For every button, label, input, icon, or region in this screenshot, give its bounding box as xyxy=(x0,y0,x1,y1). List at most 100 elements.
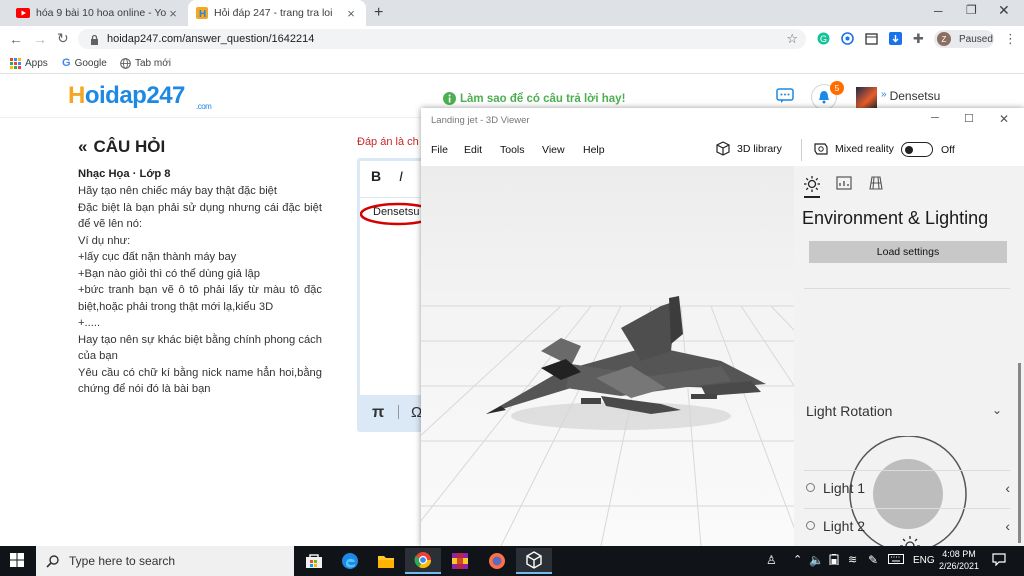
chevron-down-icon[interactable]: ⌄ xyxy=(992,403,1002,417)
panel-scrollbar[interactable] xyxy=(1018,363,1021,543)
bookmark-google[interactable]: G Google xyxy=(62,55,107,71)
browser-tab-strip: hóa 9 bài 10 hoa online - YouTube × H Hỏ… xyxy=(0,0,1024,26)
bold-button[interactable]: B xyxy=(371,168,381,184)
extension-download-icon[interactable] xyxy=(889,32,902,45)
store-app-icon[interactable] xyxy=(296,548,332,574)
user-avatar[interactable] xyxy=(856,87,877,108)
menu-divider xyxy=(801,139,802,161)
windows-start-icon[interactable] xyxy=(10,553,24,567)
help-link-text: Làm sao để có câu trả lời hay! xyxy=(460,92,626,105)
clock-time: 4:08 PM xyxy=(942,549,976,559)
close-window-icon[interactable]: ✕ xyxy=(998,2,1010,19)
chevron-left-icon[interactable]: ‹ xyxy=(1005,480,1010,496)
extension-circle-icon[interactable] xyxy=(841,32,854,45)
chevron-left-icon[interactable]: ‹ xyxy=(1005,518,1010,534)
menu-edit[interactable]: Edit xyxy=(464,144,482,156)
tab-youtube[interactable]: hóa 9 bài 10 hoa online - YouTube × xyxy=(8,0,188,26)
stats-tab-icon[interactable] xyxy=(836,176,852,190)
close-tab-icon[interactable]: × xyxy=(166,6,180,21)
globe-icon xyxy=(120,57,131,69)
maximize-window-icon[interactable]: ☐ xyxy=(964,112,974,125)
question-line: Hãy tạo nên chiếc máy bay thật đặc biệt xyxy=(78,185,278,197)
menu-help[interactable]: Help xyxy=(583,144,605,156)
light-1-row[interactable]: Light 1 ‹ xyxy=(804,470,1010,504)
username: Densetsu xyxy=(889,89,941,103)
bookmark-star-icon[interactable]: ☆ xyxy=(786,31,798,47)
3d-scene-viewport[interactable] xyxy=(421,166,794,546)
chevron-up-icon[interactable]: ⌃ xyxy=(793,553,802,566)
file-explorer-icon[interactable] xyxy=(368,548,404,574)
double-chevron-left-icon[interactable]: « xyxy=(78,137,87,157)
volume-icon[interactable]: 🔈 xyxy=(809,553,824,567)
user-menu[interactable]: » Densetsu xyxy=(881,89,940,103)
grid-tab-icon[interactable] xyxy=(868,176,884,190)
back-arrow-icon[interactable]: ← xyxy=(9,31,23,47)
light-1-radio[interactable] xyxy=(806,483,815,492)
light-2-radio[interactable] xyxy=(806,521,815,530)
profile-button[interactable]: Z Paused xyxy=(934,30,994,48)
extension-calendar-icon[interactable] xyxy=(865,32,878,45)
bookmark-new-tab[interactable]: Tab mới xyxy=(120,55,171,71)
minimize-window-icon[interactable]: ─ xyxy=(934,4,943,18)
wifi-icon[interactable]: ≋ xyxy=(848,553,857,566)
address-bar[interactable]: hoidap247.com/answer_question/1642214 ☆ xyxy=(78,29,806,49)
light-label: Light 2 xyxy=(823,517,866,534)
question-line: +..... xyxy=(78,317,101,329)
taskbar-search-box[interactable]: Type here to search xyxy=(36,546,294,576)
pen-icon[interactable]: ✎ xyxy=(868,553,878,567)
tab-title: hóa 9 bài 10 hoa online - YouTube xyxy=(36,7,166,19)
url-text: hoidap247.com/answer_question/1642214 xyxy=(107,33,315,45)
notifications-icon[interactable] xyxy=(992,553,1006,566)
people-icon[interactable]: ♙ xyxy=(766,553,777,567)
chat-icon[interactable] xyxy=(776,88,794,104)
pi-button[interactable]: π xyxy=(372,404,384,422)
reload-icon[interactable]: ↻ xyxy=(57,30,69,47)
sun-tab-icon[interactable] xyxy=(804,176,820,192)
clock[interactable]: 4:08 PM 2/26/2021 xyxy=(939,548,979,572)
minimize-window-icon[interactable]: ─ xyxy=(931,112,939,124)
section-divider xyxy=(804,288,1010,289)
question-line: +lấy cục đất nặn thành máy bay xyxy=(78,251,237,263)
edge-app-icon[interactable] xyxy=(332,548,368,574)
mixed-reality-toggle[interactable] xyxy=(901,142,933,157)
load-settings-button[interactable]: Load settings xyxy=(809,241,1007,263)
3d-viewer-app-icon[interactable] xyxy=(516,548,552,574)
editor-text-area[interactable]: Densetsu xyxy=(360,198,437,395)
menu-tools[interactable]: Tools xyxy=(500,144,525,156)
bookmarks-bar: Apps G Google Tab mới xyxy=(0,52,1024,74)
new-tab-icon[interactable]: + xyxy=(374,4,383,22)
menu-view[interactable]: View xyxy=(542,144,565,156)
italic-button[interactable]: I xyxy=(399,168,403,184)
double-chevron-down-icon: » xyxy=(881,89,887,100)
logo-text: oidap247 xyxy=(84,82,186,109)
tab-hoidap247[interactable]: H Hỏi đáp 247 - trang tra loi × xyxy=(188,0,366,26)
close-window-icon[interactable]: ✕ xyxy=(999,112,1009,126)
mixed-reality-button[interactable]: Mixed reality xyxy=(813,141,894,157)
menu-file[interactable]: File xyxy=(431,144,448,156)
editor-toolbar xyxy=(360,161,424,197)
chrome-app-icon[interactable] xyxy=(405,548,441,574)
grammarly-extension-icon[interactable]: G xyxy=(817,32,830,45)
question-line: Yêu cầu có chữ kí bằng nick name hẳn hoi… xyxy=(78,366,322,396)
3d-library-button[interactable]: 3D library xyxy=(715,141,782,157)
firefox-app-icon[interactable] xyxy=(479,548,515,574)
chrome-menu-icon[interactable]: ⋮ xyxy=(1004,31,1017,47)
info-icon xyxy=(443,92,456,105)
jet-model-render[interactable] xyxy=(421,166,794,546)
bookmark-label: Tab mới xyxy=(135,57,172,69)
bookmark-apps[interactable]: Apps xyxy=(10,55,48,71)
light-2-row[interactable]: Light 2 ‹ xyxy=(804,508,1010,542)
battery-icon[interactable] xyxy=(828,554,840,565)
keyboard-icon[interactable] xyxy=(888,554,904,564)
tab-title: Hỏi đáp 247 - trang tra loi xyxy=(214,7,333,19)
winrar-app-icon[interactable] xyxy=(442,548,478,574)
puzzle-extensions-icon[interactable]: ✚ xyxy=(913,31,924,47)
help-link[interactable]: Làm sao để có câu trả lời hay! xyxy=(443,92,625,105)
language-indicator[interactable]: ENG xyxy=(913,555,935,566)
restore-window-icon[interactable]: ❐ xyxy=(966,3,977,17)
site-logo[interactable]: Hoidap247 .com xyxy=(68,82,212,111)
forward-arrow-icon[interactable]: → xyxy=(33,31,47,47)
logo-h: H xyxy=(68,82,85,109)
close-tab-icon[interactable]: × xyxy=(344,6,358,21)
toolbar-divider xyxy=(398,405,399,419)
